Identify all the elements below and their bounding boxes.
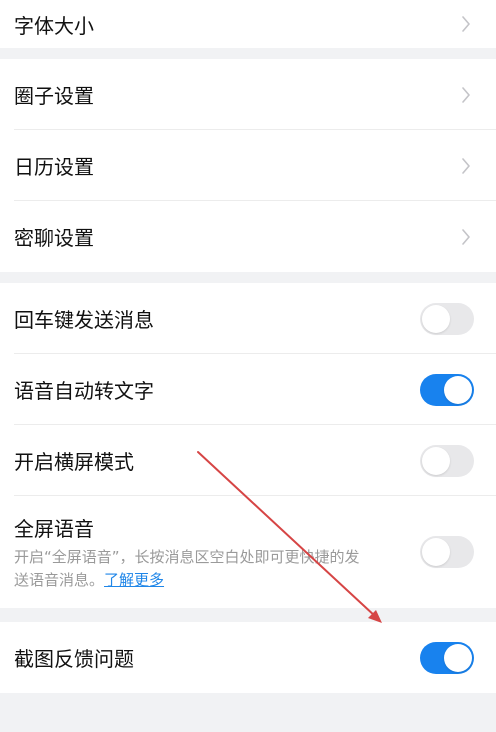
row-label-landscape: 开启横屏模式	[14, 450, 134, 474]
enter-send-toggle[interactable]	[420, 302, 474, 335]
chevron-right-icon	[458, 14, 474, 34]
chevron-right-icon	[458, 156, 474, 176]
screenshot-feedback-toggle[interactable]	[420, 641, 474, 674]
settings-row-circle[interactable]: 圈子设置	[0, 59, 496, 130]
settings-page: 字体大小 圈子设置 日历设置 密聊设置 回车键发送消息 语音自动转文字 开启横屏…	[0, 0, 496, 732]
settings-group-feedback: 截图反馈问题	[0, 622, 496, 693]
fullscreen-voice-description: 开启“全屏语音”，长按消息区空白处即可更快捷的发送语音消息。了解更多	[14, 546, 364, 592]
landscape-mode-toggle[interactable]	[420, 444, 474, 477]
row-label-screenshot-feedback: 截图反馈问题	[14, 647, 134, 671]
settings-row-landscape: 开启横屏模式	[0, 425, 496, 496]
settings-row-font-size[interactable]: 字体大小	[0, 0, 496, 48]
row-label-secret-chat: 密聊设置	[14, 226, 94, 250]
settings-row-screenshot-feedback: 截图反馈问题	[0, 622, 496, 693]
row-label-calendar: 日历设置	[14, 155, 94, 179]
settings-group-chat: 回车键发送消息 语音自动转文字 开启横屏模式 全屏语音 开启“全屏语音”，长按消…	[0, 283, 496, 608]
description-text: 开启“全屏语音”，长按消息区空白处即可更快捷的发送语音消息。	[14, 547, 360, 589]
toggle-knob	[444, 643, 472, 672]
chevron-right-icon	[458, 227, 474, 247]
toggle-knob	[422, 538, 450, 566]
chevron-right-icon	[458, 85, 474, 105]
settings-group-font: 字体大小	[0, 0, 496, 48]
fullscreen-voice-toggle[interactable]	[420, 536, 474, 568]
toggle-knob	[422, 446, 450, 475]
toggle-knob	[444, 375, 472, 404]
group-separator	[0, 608, 496, 622]
group-separator	[0, 48, 496, 59]
toggle-knob	[422, 304, 450, 333]
row-label-voice-to-text: 语音自动转文字	[14, 379, 154, 403]
settings-row-fullscreen-voice: 全屏语音 开启“全屏语音”，长按消息区空白处即可更快捷的发送语音消息。了解更多	[0, 496, 496, 608]
voice-to-text-toggle[interactable]	[420, 373, 474, 406]
learn-more-link[interactable]: 了解更多	[104, 571, 164, 589]
settings-row-enter-send: 回车键发送消息	[0, 283, 496, 354]
row-label-enter-send: 回车键发送消息	[14, 308, 154, 332]
settings-row-voice-to-text: 语音自动转文字	[0, 354, 496, 425]
fullscreen-voice-text: 全屏语音 开启“全屏语音”，长按消息区空白处即可更快捷的发送语音消息。了解更多	[14, 513, 420, 592]
row-label-font-size: 字体大小	[14, 13, 94, 38]
group-separator	[0, 272, 496, 283]
row-label-circle: 圈子设置	[14, 84, 94, 108]
settings-group-features: 圈子设置 日历设置 密聊设置	[0, 59, 496, 272]
row-label-fullscreen-voice: 全屏语音	[14, 516, 94, 541]
bottom-empty-area	[0, 696, 496, 732]
settings-row-secret-chat[interactable]: 密聊设置	[0, 201, 496, 272]
settings-row-calendar[interactable]: 日历设置	[0, 130, 496, 201]
